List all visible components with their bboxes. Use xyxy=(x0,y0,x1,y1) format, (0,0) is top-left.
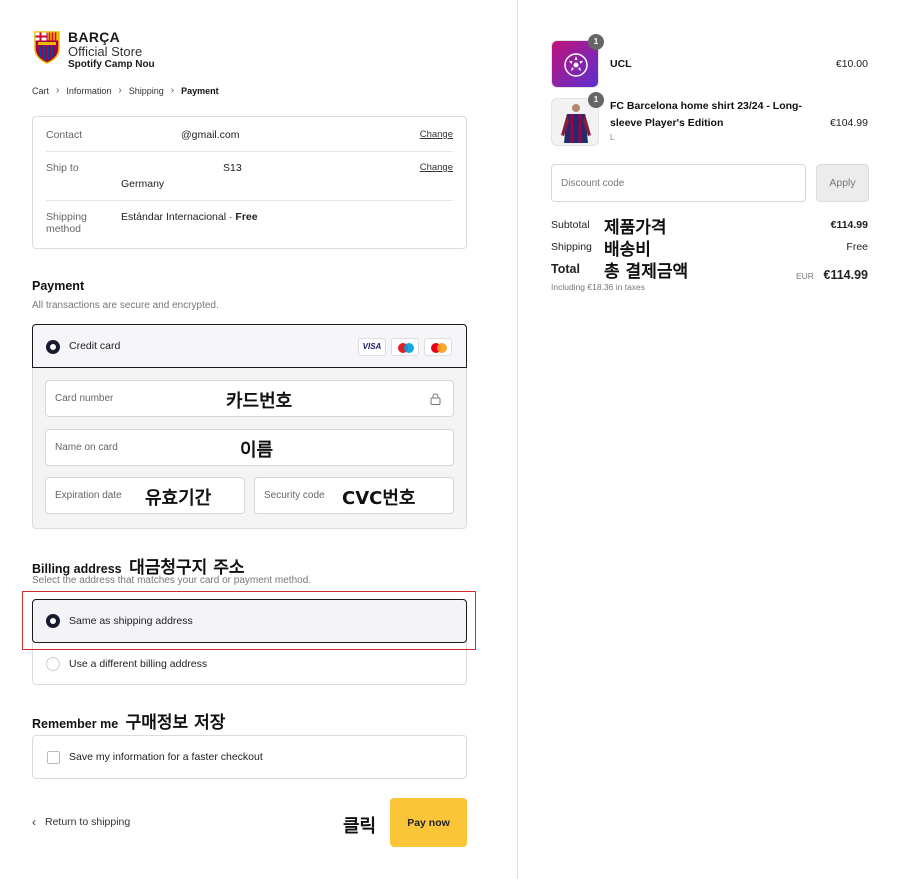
maestro-icon xyxy=(391,338,419,356)
security-code-note: CVC번호 xyxy=(342,488,416,509)
taxes-note: Including €18.36 in taxes xyxy=(551,282,646,292)
ucl-item-price: €10.00 xyxy=(835,58,868,70)
expiration-date-note: 유효기간 xyxy=(145,488,212,509)
card-number-note: 카드번호 xyxy=(226,391,293,412)
remember-me-box[interactable]: Save my information for a faster checkou… xyxy=(32,735,467,779)
expiration-date-field[interactable]: Expiration date 유효기간 xyxy=(45,477,245,514)
shirt-item-name-line1: FC Barcelona home shirt 23/24 - Long- xyxy=(610,100,802,112)
shipping-label: Shipping xyxy=(551,241,592,253)
pay-now-button[interactable]: Pay now xyxy=(390,798,467,847)
chevron-right-icon: › xyxy=(118,85,122,96)
chevron-right-icon: › xyxy=(170,85,175,96)
card-number-placeholder: Card number xyxy=(55,393,114,404)
divider xyxy=(46,151,453,152)
name-on-card-placeholder: Name on card xyxy=(55,442,118,453)
return-to-shipping-link[interactable]: ‹ Return to shipping xyxy=(32,815,130,829)
click-note: 클릭 xyxy=(343,816,377,837)
breadcrumb-cart[interactable]: Cart xyxy=(32,86,49,96)
name-on-card-note: 이름 xyxy=(240,440,274,461)
total-label: Total xyxy=(551,262,580,276)
ship-to-country: Germany xyxy=(121,178,165,190)
breadcrumb-information[interactable]: Information xyxy=(66,86,111,96)
shipping-method-value: Estándar Internacional · Free xyxy=(121,211,258,223)
breadcrumb-payment: Payment xyxy=(181,85,219,96)
visa-icon: VISA xyxy=(358,338,386,356)
shirt-quantity-badge: 1 xyxy=(588,92,604,108)
breadcrumb: Cart › Information › Shipping › Payment xyxy=(32,85,219,96)
divider xyxy=(46,200,453,201)
order-summary-box: Contact @gmail.com Change Ship to S13 Ge… xyxy=(32,116,467,249)
save-info-label: Save my information for a faster checkou… xyxy=(69,751,263,763)
security-code-placeholder: Security code xyxy=(264,490,325,501)
credit-card-label: Credit card xyxy=(69,340,121,352)
brand-name: BARÇA xyxy=(68,29,121,45)
currency-code: EUR xyxy=(796,271,814,281)
shirt-item-price: €104.99 xyxy=(830,117,868,129)
subtotal-label: Subtotal xyxy=(551,219,590,231)
subtotal-value: €114.99 xyxy=(830,219,868,231)
chevron-right-icon: › xyxy=(56,85,60,96)
security-code-field[interactable]: Security code CVC번호 xyxy=(254,477,454,514)
shipping-value: Free xyxy=(846,241,868,253)
save-info-checkbox[interactable] xyxy=(47,751,60,764)
ship-to-label: Ship to xyxy=(46,162,79,174)
total-note: 총 결제금액 xyxy=(604,262,689,282)
shipping-method-name: Estándar Internacional · xyxy=(121,211,236,223)
shipping-method-price: Free xyxy=(235,211,258,223)
return-to-shipping-label: Return to shipping xyxy=(45,816,131,828)
remember-me-note: 구매정보 저장 xyxy=(125,713,226,733)
shirt-item-thumbnail: 1 xyxy=(551,92,604,146)
ucl-item-thumbnail: 1 xyxy=(551,34,604,88)
breadcrumb-shipping[interactable]: Shipping xyxy=(129,86,164,96)
payment-heading: Payment xyxy=(32,279,85,293)
card-brands: VISA xyxy=(358,338,452,356)
shipping-method-label-1: Shipping xyxy=(46,211,87,223)
card-number-field[interactable]: Card number 카드번호 xyxy=(45,380,454,417)
shirt-item-name-line2: sleeve Player's Edition xyxy=(610,117,724,129)
total-value: €114.99 xyxy=(823,268,869,282)
expiration-date-placeholder: Expiration date xyxy=(55,490,122,501)
remember-me-heading: Remember me 구매정보 저장 xyxy=(32,708,225,733)
different-billing-radio[interactable] xyxy=(46,657,60,671)
checkout-main-panel: BARÇA Official Store Spotify Camp Nou Ca… xyxy=(0,0,517,879)
different-billing-label: Use a different billing address xyxy=(69,658,208,670)
contact-value: @gmail.com xyxy=(181,129,240,141)
change-ship-to-link[interactable]: Change xyxy=(420,162,453,173)
fc-barcelona-crest-icon xyxy=(34,31,60,64)
shipping-method-label-2: method xyxy=(46,223,82,235)
credit-card-form: Card number 카드번호 Name on card 이름 Expirat… xyxy=(32,368,467,529)
payment-subtitle: All transactions are secure and encrypte… xyxy=(32,300,219,311)
change-contact-link[interactable]: Change xyxy=(420,129,453,140)
highlight-box xyxy=(22,591,476,650)
credit-card-radio[interactable] xyxy=(46,340,60,354)
shipping-method-label: Shipping method xyxy=(46,211,87,235)
lock-icon xyxy=(430,393,441,405)
billing-address-subtitle: Select the address that matches your car… xyxy=(32,575,312,586)
contact-label: Contact xyxy=(46,129,83,141)
ucl-quantity-badge: 1 xyxy=(588,34,604,50)
ship-to-address: S13 xyxy=(223,162,242,174)
ucl-item-name: UCL xyxy=(610,58,632,70)
store-logo[interactable]: BARÇA Official Store Spotify Camp Nou xyxy=(32,30,155,70)
discount-code-input[interactable]: Discount code xyxy=(551,164,806,202)
chevron-left-icon: ‹ xyxy=(32,815,36,829)
brand-store: Official Store xyxy=(68,44,143,59)
name-on-card-field[interactable]: Name on card 이름 xyxy=(45,429,454,466)
billing-address-title: Billing address xyxy=(32,562,122,576)
brand-venue: Spotify Camp Nou xyxy=(68,59,155,70)
shirt-item-size: L xyxy=(610,133,615,142)
discount-code-placeholder: Discount code xyxy=(561,178,625,189)
credit-card-option[interactable]: Credit card VISA xyxy=(32,324,467,368)
remember-me-title: Remember me xyxy=(32,717,119,731)
apply-discount-button[interactable]: Apply xyxy=(816,164,869,202)
mastercard-icon xyxy=(424,338,452,356)
